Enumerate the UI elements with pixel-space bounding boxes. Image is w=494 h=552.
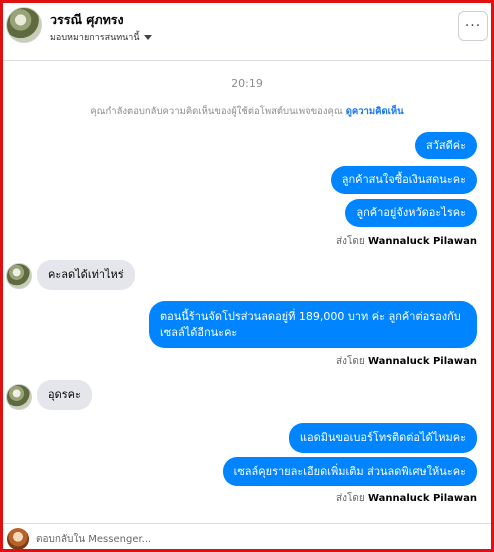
page-avatar	[7, 528, 29, 550]
reply-input[interactable]: ตอบกลับใน Messenger...	[36, 532, 151, 547]
sent-by-name: Wannaluck Pilawan	[367, 493, 477, 504]
reply-notice: คุณกำลังตอบกลับความคิดเห็นของผู้ใช้ต่อโพ…	[0, 104, 494, 119]
message-timestamp: 20:19	[231, 77, 263, 90]
sent-by-name: Wannaluck Pilawan	[367, 236, 477, 247]
outgoing-message[interactable]: ตอนนี้ร้านจัดโปรส่วนลดอยู่ที่ 189,000 บา…	[149, 301, 477, 348]
sent-by-name: Wannaluck Pilawan	[367, 356, 477, 367]
reply-composer: ตอบกลับใน Messenger...	[3, 523, 491, 550]
incoming-message[interactable]: อุดรคะ	[37, 380, 92, 410]
sent-by-label: ส่งโดย Wannaluck Pilawan	[336, 354, 477, 369]
outgoing-message[interactable]: แอดมินขอเบอร์โทรติดต่อได้ไหมคะ	[288, 423, 477, 453]
outgoing-message[interactable]: ลูกค้าอยู่จังหวัดอะไรคะ	[345, 199, 477, 227]
sent-by-prefix: ส่งโดย	[336, 356, 365, 367]
reply-notice-text: คุณกำลังตอบกลับความคิดเห็นของผู้ใช้ต่อโพ…	[90, 106, 343, 117]
outgoing-message[interactable]: เซลล์คุยรายละเอียดเพิ่มเติม ส่วนลดพิเศษใ…	[222, 457, 477, 486]
conversation-header: วรรณี ศุภทรง มอบหมายการสนทนานี้ ···	[3, 3, 491, 61]
sent-by-prefix: ส่งโดย	[336, 493, 365, 504]
contact-avatar-small[interactable]	[6, 384, 32, 410]
sent-by-prefix: ส่งโดย	[336, 236, 365, 247]
outgoing-message[interactable]: ลูกค้าสนใจซื้อเงินสดนะคะ	[330, 166, 477, 194]
caret-down-icon	[143, 34, 152, 40]
sent-by-label: ส่งโดย Wannaluck Pilawan	[336, 234, 477, 249]
sent-by-label: ส่งโดย Wannaluck Pilawan	[336, 491, 477, 506]
contact-avatar-small[interactable]	[6, 263, 32, 289]
assign-label: มอบหมายการสนทนานี้	[50, 33, 140, 43]
outgoing-message[interactable]: สวัสดีค่ะ	[414, 132, 477, 159]
contact-avatar[interactable]	[6, 7, 42, 43]
view-comment-link[interactable]: ดูความคิดเห็น	[346, 106, 404, 117]
incoming-message[interactable]: คะลดได้เท่าไหร่	[37, 260, 135, 290]
contact-name[interactable]: วรรณี ศุภทรง	[50, 10, 124, 30]
more-options-button[interactable]: ···	[458, 11, 488, 41]
assign-conversation-dropdown[interactable]: มอบหมายการสนทนานี้	[50, 30, 152, 44]
